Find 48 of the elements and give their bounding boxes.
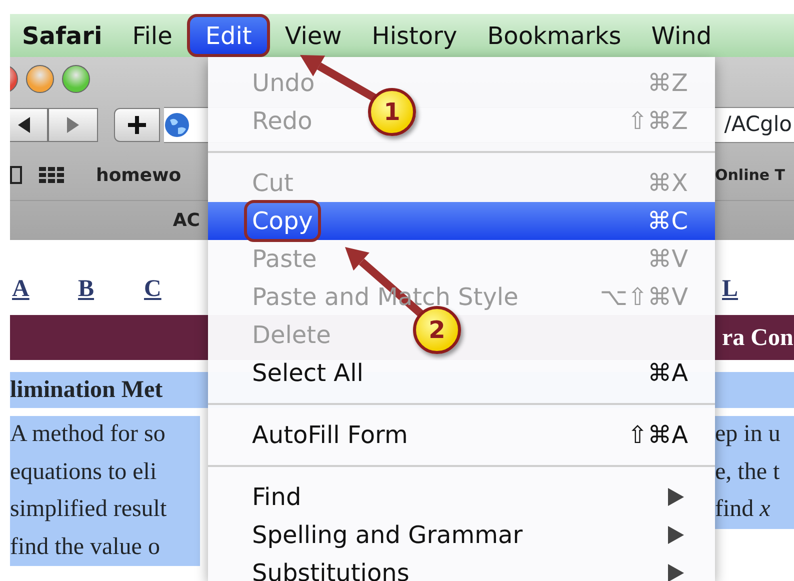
- definition-text: e, the t: [715, 458, 781, 486]
- banner-title: ra Con: [722, 324, 794, 350]
- menu-bar-item[interactable]: Safari: [10, 14, 118, 57]
- menu-item[interactable]: Copy: [244, 200, 321, 242]
- letter-link[interactable]: C: [142, 271, 208, 307]
- definition-text: A method for so: [10, 420, 166, 449]
- definition-text: find the value o: [10, 532, 161, 562]
- menu-item[interactable]: AutoFill Form: [244, 414, 416, 456]
- zoom-button[interactable]: [62, 64, 90, 92]
- keyboard-shortcut: ⌘X: [648, 168, 688, 199]
- menu-bar-item[interactable]: History: [356, 14, 472, 57]
- letter-link[interactable]: A: [10, 271, 76, 307]
- letter-link[interactable]: B: [76, 271, 142, 307]
- keyboard-shortcut: ⌘A: [648, 358, 688, 389]
- term-heading: limination Met: [10, 376, 164, 405]
- grid-icon: [39, 167, 64, 183]
- back-button[interactable]: [10, 108, 48, 142]
- menu-bar-item[interactable]: Edit: [187, 14, 270, 57]
- globe-icon: [164, 112, 190, 138]
- menu-bar-item[interactable]: File: [117, 14, 188, 57]
- submenu-arrow-icon: [668, 526, 684, 544]
- bookmark-link[interactable]: Online T: [715, 166, 786, 184]
- back-arrow-icon: [16, 116, 32, 134]
- forward-button[interactable]: [48, 108, 98, 142]
- submenu-arrow-icon: [668, 488, 684, 506]
- browser-tab[interactable]: AC: [172, 210, 200, 231]
- minimize-button[interactable]: [26, 64, 54, 92]
- definition-text: ep in u: [715, 420, 782, 449]
- plus-icon: [127, 115, 147, 135]
- submenu-arrow-icon: [668, 564, 684, 581]
- book-icon: [10, 164, 23, 186]
- add-bookmark-button[interactable]: [114, 108, 160, 142]
- definition-text: equations to eli: [10, 458, 158, 486]
- definition-text: simplified result: [10, 495, 168, 524]
- keyboard-shortcut: ⌘V: [648, 244, 688, 275]
- menu-bar-item[interactable]: View: [270, 14, 357, 57]
- address-field[interactable]: /ACglo: [715, 107, 794, 143]
- menu-bar-item[interactable]: Bookmarks: [472, 14, 636, 57]
- keyboard-shortcut: ⇧⌘A: [627, 420, 688, 451]
- menu-bar-item[interactable]: Wind: [636, 14, 727, 57]
- letter-link[interactable]: L: [722, 276, 738, 302]
- keyboard-shortcut: ⌥⇧⌘V: [600, 282, 688, 313]
- bookmark-link[interactable]: homewo: [96, 162, 182, 188]
- keyboard-shortcut: ⌘Z: [648, 68, 688, 99]
- keyboard-shortcut: ⌘C: [647, 206, 688, 237]
- definition-text: find x: [715, 495, 772, 524]
- forward-arrow-icon: [65, 116, 81, 134]
- keyboard-shortcut: ⇧⌘Z: [627, 106, 688, 137]
